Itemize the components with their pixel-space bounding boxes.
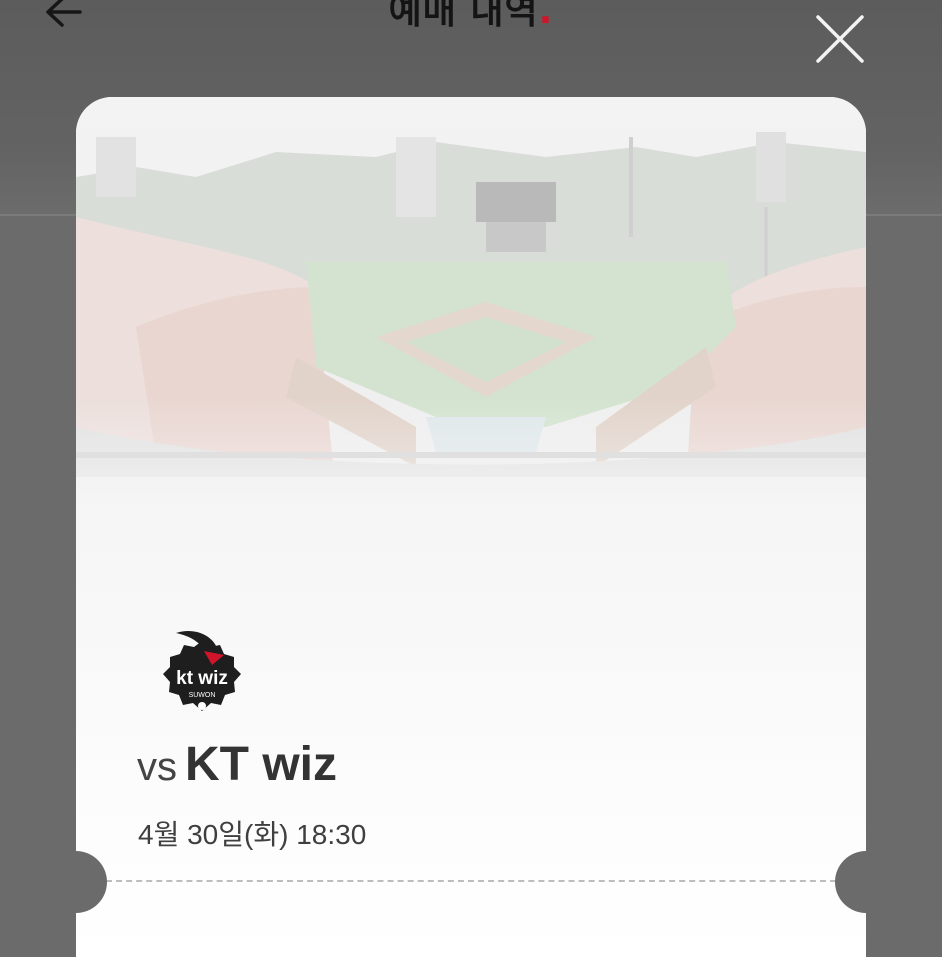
ticket-tear-line (106, 880, 836, 882)
ticket-notch-left (45, 851, 107, 913)
game-datetime: 4월 30일(화) 18:30 (138, 819, 367, 850)
opponent-name: KT wiz (185, 738, 337, 791)
vs-label: vs (137, 745, 177, 789)
title-accent-dot: . (538, 0, 554, 32)
close-button[interactable] (812, 11, 868, 67)
close-icon (816, 15, 864, 63)
team-logo-subtext: SUWON (189, 692, 216, 699)
ticket-notch-right (835, 851, 897, 913)
opponent-title: vs KT wiz (137, 737, 337, 792)
team-logo: kt wiz SUWON (154, 627, 250, 723)
team-logo-wordmark: kt wiz (176, 668, 228, 689)
page-title: 예매 내역. (0, 0, 942, 34)
page-title-text: 예매 내역 (388, 0, 539, 32)
ticket-card[interactable]: kt wiz SUWON vs KT wiz 4월 30일(화) 18:30 (76, 97, 866, 957)
top-bar: 예매 내역. (0, 0, 942, 80)
